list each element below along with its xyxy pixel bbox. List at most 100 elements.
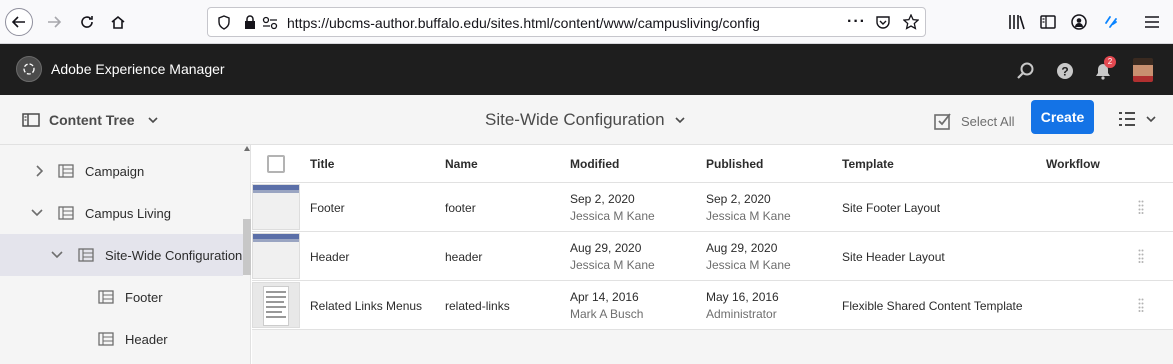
action-bar: Content Tree Site-Wide Configuration Sel…: [0, 95, 1173, 145]
select-all-button[interactable]: Select All: [934, 112, 1014, 130]
search-icon[interactable]: [1016, 61, 1036, 81]
url-text[interactable]: https://ubcms-author.buffalo.edu/sites.h…: [287, 15, 760, 31]
tree-item-campaign[interactable]: Campaign: [0, 150, 243, 192]
column-header-title[interactable]: Title: [310, 157, 334, 171]
chevron-right-icon[interactable]: [32, 164, 46, 178]
page-icon: [78, 248, 94, 262]
tree-item-campus-living[interactable]: Campus Living: [0, 192, 243, 234]
content-list: Title Name Modified Published Template W…: [252, 145, 1173, 364]
content-tree-rail: Campaign Campus Living Site-Wide Configu…: [0, 145, 251, 364]
reload-icon: [81, 16, 93, 28]
tree-item-site-wide-configuration[interactable]: Site-Wide Configuration: [0, 234, 243, 276]
row-template: Flexible Shared Content Template: [842, 299, 1023, 313]
sidebar-icon[interactable]: [1038, 12, 1058, 32]
drag-handle-icon[interactable]: [1138, 298, 1144, 312]
row-modified-by: Mark A Busch: [570, 307, 644, 321]
list-view-icon: [1119, 112, 1135, 126]
row-modified-date: Aug 29, 2020: [570, 241, 642, 255]
arrow-right-icon: [48, 16, 62, 28]
aem-header: Adobe Experience Manager ? 2: [0, 44, 1173, 95]
more-actions-icon[interactable]: ···: [847, 13, 866, 31]
lock-icon[interactable]: [244, 15, 256, 30]
content-tree-toggle[interactable]: Content Tree: [22, 112, 158, 128]
column-header-workflow[interactable]: Workflow: [1046, 157, 1100, 171]
back-button[interactable]: [5, 8, 33, 36]
row-name: footer: [445, 201, 476, 215]
select-all-label: Select All: [961, 113, 1015, 129]
drag-handle-icon[interactable]: [1138, 249, 1144, 263]
row-title: Header: [310, 250, 350, 264]
page-thumbnail[interactable]: [252, 233, 300, 279]
rail-icon: [22, 113, 40, 127]
app-title[interactable]: Adobe Experience Manager: [51, 61, 225, 77]
table-header: Title Name Modified Published Template W…: [252, 145, 1173, 183]
row-name: related-links: [445, 299, 510, 313]
content-tree-label: Content Tree: [49, 112, 135, 128]
tree-item-footer[interactable]: Footer: [0, 276, 243, 318]
url-bar[interactable]: https://ubcms-author.buffalo.edu/sites.h…: [207, 7, 926, 37]
shield-icon[interactable]: [217, 15, 231, 30]
row-template: Site Footer Layout: [842, 201, 941, 215]
row-title: Footer: [310, 201, 345, 215]
home-icon: [111, 15, 125, 29]
row-published-by: Jessica M Kane: [706, 209, 791, 223]
create-button[interactable]: Create: [1031, 100, 1094, 134]
help-icon[interactable]: ?: [1055, 61, 1075, 81]
view-switcher[interactable]: [1118, 111, 1156, 127]
page-thumbnail[interactable]: [252, 282, 300, 328]
library-icon[interactable]: [1007, 12, 1027, 32]
notification-badge[interactable]: 2: [1104, 56, 1116, 68]
row-published-date: Aug 29, 2020: [706, 241, 778, 255]
table-row[interactable]: Related Links Menus related-links Apr 14…: [252, 281, 1173, 330]
column-header-name[interactable]: Name: [445, 157, 478, 171]
row-modified-date: Apr 14, 2016: [570, 290, 639, 304]
tree-item-label: Site-Wide Configuration: [105, 247, 243, 263]
chevron-down-icon: [148, 117, 158, 124]
account-icon[interactable]: [1069, 12, 1089, 32]
tree-item-label: Campus Living: [85, 205, 171, 221]
reload-button[interactable]: [73, 8, 101, 36]
tree-item-label: Header: [125, 331, 168, 347]
bookmark-star-icon[interactable]: [903, 14, 919, 30]
page-icon: [98, 290, 114, 304]
avatar[interactable]: [1133, 58, 1153, 82]
permissions-icon[interactable]: [262, 16, 278, 30]
row-name: header: [445, 250, 483, 264]
page-title-text: Site-Wide Configuration: [485, 110, 665, 129]
forward-button[interactable]: [40, 8, 68, 36]
page-icon: [58, 206, 74, 220]
page-title[interactable]: Site-Wide Configuration: [485, 110, 685, 130]
chevron-down-icon[interactable]: [30, 206, 44, 220]
browser-toolbar: https://ubcms-author.buffalo.edu/sites.h…: [0, 0, 1173, 44]
menu-icon[interactable]: [1142, 12, 1162, 32]
drag-handle-icon[interactable]: [1138, 200, 1144, 214]
tree-item-header[interactable]: Header: [0, 318, 243, 360]
select-all-checkbox[interactable]: [267, 155, 285, 173]
rail-scrollbar-thumb[interactable]: [243, 219, 251, 275]
scroll-up-icon[interactable]: [244, 146, 250, 151]
chevron-down-icon[interactable]: [50, 248, 64, 262]
page-icon: [58, 164, 74, 178]
row-published-date: Sep 2, 2020: [706, 192, 771, 206]
table-row[interactable]: Footer footer Sep 2, 2020 Jessica M Kane…: [252, 183, 1173, 232]
column-header-template[interactable]: Template: [842, 157, 894, 171]
row-title: Related Links Menus: [310, 299, 423, 313]
tree-item-label: Campaign: [85, 163, 145, 179]
row-published-by: Jessica M Kane: [706, 258, 791, 272]
table-row[interactable]: Header header Aug 29, 2020 Jessica M Kan…: [252, 232, 1173, 281]
extension-icon[interactable]: [1101, 12, 1121, 32]
chevron-down-icon: [1146, 116, 1156, 123]
row-template: Site Header Layout: [842, 250, 945, 264]
pocket-icon[interactable]: [875, 15, 891, 30]
row-published-date: May 16, 2016: [706, 290, 779, 304]
column-header-published[interactable]: Published: [706, 157, 763, 171]
svg-text:?: ?: [1061, 65, 1068, 79]
row-published-by: Administrator: [706, 307, 777, 321]
arrow-left-icon: [11, 16, 25, 28]
checkbox-icon: [934, 113, 951, 130]
home-button[interactable]: [104, 8, 132, 36]
page-thumbnail[interactable]: [252, 184, 300, 230]
page-icon: [98, 332, 114, 346]
aem-logo-icon[interactable]: [16, 56, 42, 82]
column-header-modified[interactable]: Modified: [570, 157, 619, 171]
